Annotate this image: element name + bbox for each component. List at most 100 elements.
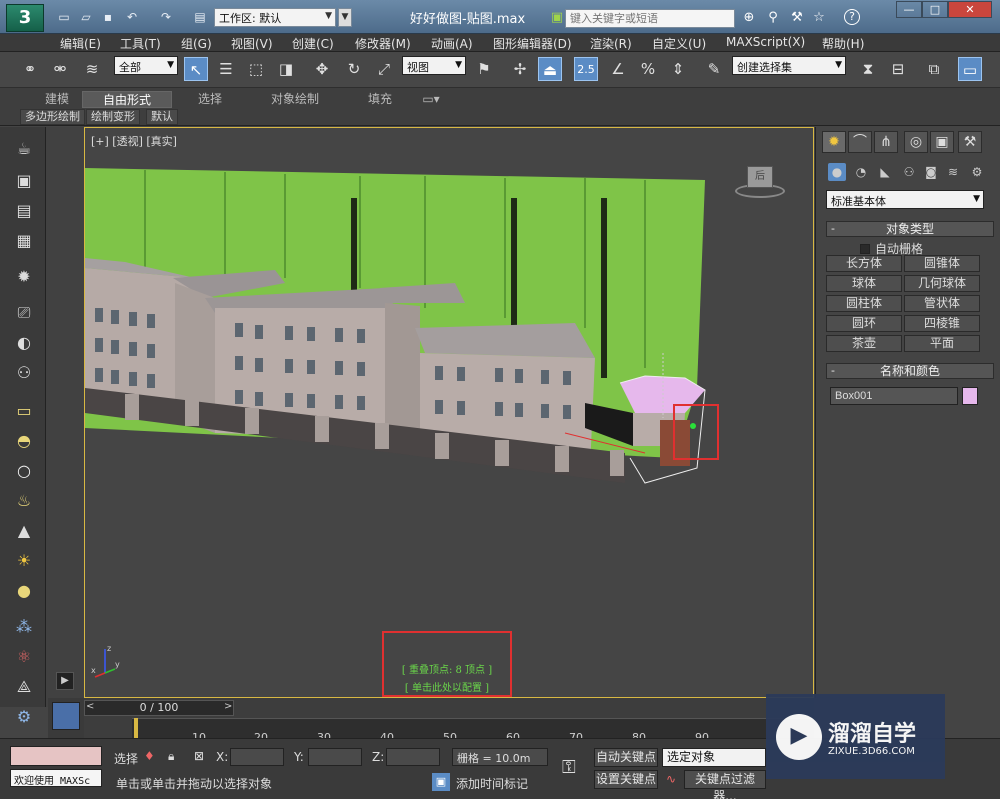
menu-create[interactable]: 创建(C) xyxy=(292,35,334,52)
ribbon-toggle-icon[interactable]: ▭ xyxy=(958,57,982,81)
pyramid-button[interactable]: 四棱锥 xyxy=(904,315,980,332)
gear-icon[interactable]: ⚙ xyxy=(12,705,36,729)
geometry-category-dropdown[interactable]: 标准基本体 ▼ xyxy=(826,190,984,209)
save-icon[interactable]: ▪ xyxy=(100,9,116,25)
track-bar[interactable] xyxy=(132,718,814,738)
menu-tools[interactable]: 工具(T) xyxy=(120,35,161,52)
percent-snap-icon[interactable]: % xyxy=(636,57,660,81)
absolute-mode-icon[interactable]: ⊠ xyxy=(194,749,204,763)
dome-icon[interactable]: ◓ xyxy=(12,429,36,453)
help-icon[interactable]: ? xyxy=(844,9,860,25)
star-icon[interactable]: ☆ xyxy=(810,9,828,27)
particle-icon[interactable]: ⁂ xyxy=(12,615,36,639)
window-crossing-icon[interactable]: ◨ xyxy=(274,57,298,81)
maxscript-listener-mini[interactable] xyxy=(10,746,102,766)
lights-icon[interactable]: ◣ xyxy=(876,163,894,181)
maximize-button[interactable]: □ xyxy=(922,1,948,18)
teapot-primitive-icon[interactable]: ♨ xyxy=(12,489,36,513)
search-key-icon[interactable]: ⚲ xyxy=(764,9,782,27)
redo-icon[interactable]: ↷ xyxy=(158,9,174,25)
object-name-input[interactable] xyxy=(830,387,958,405)
motion-tab-icon[interactable]: ◎ xyxy=(904,131,928,153)
cylinder-button[interactable]: 圆柱体 xyxy=(826,295,902,312)
highlight-box-info[interactable]: [ 重叠顶点: 8 顶点 ] [ 单击此处以配置 ] xyxy=(382,631,512,697)
camera-icon[interactable]: ⎚ xyxy=(12,301,36,325)
project-folder-icon[interactable]: ▤ xyxy=(192,9,208,25)
box-button[interactable]: 长方体 xyxy=(826,255,902,272)
plane-button[interactable]: 平面 xyxy=(904,335,980,352)
click-to-configure-text[interactable]: [ 单击此处以配置 ] xyxy=(384,679,510,694)
binoculars-icon[interactable]: ⊕ xyxy=(740,9,758,27)
mini-listener-icon[interactable] xyxy=(52,702,80,730)
cameras-icon[interactable]: ⚇ xyxy=(900,163,918,181)
lock-icon[interactable]: 🔒︎ xyxy=(168,749,174,764)
cone-icon[interactable]: ▲ xyxy=(12,519,36,543)
cone-button[interactable]: 圆锥体 xyxy=(904,255,980,272)
plane-icon[interactable]: ▭ xyxy=(12,399,36,423)
geosphere-button[interactable]: 几何球体 xyxy=(904,275,980,292)
systems-icon[interactable]: ⚙ xyxy=(968,163,986,181)
maxscript-mini-listener[interactable]: 欢迎使用 MAXSc xyxy=(10,769,102,787)
viewcube[interactable]: 后 xyxy=(735,160,785,210)
menu-customize[interactable]: 自定义(U) xyxy=(652,35,706,52)
space-warps-icon[interactable]: ≋ xyxy=(944,163,962,181)
create-tab-icon[interactable]: ✹ xyxy=(822,131,846,153)
utilities-tab-icon[interactable]: ⚒ xyxy=(958,131,982,153)
app-menu-button[interactable]: 3 xyxy=(6,4,44,32)
viewport-label[interactable]: [+] [透视] [真实] xyxy=(91,133,177,149)
tube-button[interactable]: 管状体 xyxy=(904,295,980,312)
name-and-color-rollout[interactable]: - 名称和颜色 xyxy=(826,363,994,379)
new-file-icon[interactable]: ▭ xyxy=(56,9,72,25)
minimize-button[interactable]: — xyxy=(896,1,922,18)
shapes-icon[interactable]: ◔ xyxy=(852,163,870,181)
helper-icon[interactable]: ⟁ xyxy=(12,675,36,699)
align-icon[interactable]: ⊟ xyxy=(886,57,910,81)
spinner-snap-icon[interactable]: ⇕ xyxy=(666,57,690,81)
angle-snap-icon[interactable]: ∠ xyxy=(606,57,630,81)
rectangular-selection-icon[interactable]: ⬚ xyxy=(244,57,268,81)
x-coord-field[interactable] xyxy=(230,748,284,766)
close-button[interactable]: ✕ xyxy=(948,1,992,18)
teapot-button[interactable]: 茶壶 xyxy=(826,335,902,352)
helpers-icon[interactable]: ◙ xyxy=(922,163,940,181)
light-icon[interactable]: ✹ xyxy=(12,265,36,289)
edit-named-selection-icon[interactable]: ✎ xyxy=(702,57,726,81)
molecule-icon[interactable]: ⚛ xyxy=(12,645,36,669)
perspective-viewport[interactable]: [+] [透视] [真实] 后 [ 重叠顶点: 8 顶点 ] [ 单击此处以配置… xyxy=(84,127,814,698)
keyboard-shortcut-override-icon[interactable]: ⏏ xyxy=(538,57,562,81)
workspace-options-button[interactable]: ▼ xyxy=(338,8,352,27)
link-icon[interactable]: ⚭ xyxy=(18,57,42,81)
display-tab-icon[interactable]: ▣ xyxy=(930,131,954,153)
select-manipulate-icon[interactable]: ✢ xyxy=(508,57,532,81)
search-input[interactable] xyxy=(565,9,735,28)
move-icon[interactable]: ✥ xyxy=(310,57,334,81)
menu-animation[interactable]: 动画(A) xyxy=(431,35,473,52)
disc-icon[interactable]: ● xyxy=(12,579,36,603)
unlink-icon[interactable]: ⚮ xyxy=(48,57,72,81)
menu-rendering[interactable]: 渲染(R) xyxy=(590,35,632,52)
film-camera-icon[interactable]: ⚇ xyxy=(12,361,36,385)
select-by-name-icon[interactable]: ☰ xyxy=(214,57,238,81)
named-selection-dropdown[interactable]: 创建选择集 ▼ xyxy=(732,56,846,75)
layer-manager-icon[interactable]: ⧉ xyxy=(922,57,946,81)
menu-views[interactable]: 视图(V) xyxy=(231,35,273,52)
torus-button[interactable]: 圆环 xyxy=(826,315,902,332)
subtab-polydraw[interactable]: 多边形绘制 xyxy=(20,109,85,125)
time-tag-icon[interactable]: ▣ xyxy=(432,773,450,791)
checkbox-icon[interactable] xyxy=(860,244,870,254)
selected-object-dropdown[interactable]: 选定对象 xyxy=(662,748,766,767)
tab-object-paint[interactable]: 对象绘制 xyxy=(256,91,334,108)
scene-explorer-icon[interactable]: ▤ xyxy=(12,199,36,223)
snaps-toggle-icon[interactable]: 2.5 xyxy=(574,57,598,81)
tab-selection[interactable]: 选择 xyxy=(182,91,238,108)
ribbon-options-button[interactable]: ▭▾ xyxy=(418,91,444,108)
current-frame-marker[interactable] xyxy=(134,718,138,738)
z-coord-field[interactable] xyxy=(386,748,440,766)
menu-group[interactable]: 组(G) xyxy=(181,35,212,52)
sphere-button[interactable]: 球体 xyxy=(826,275,902,292)
rotate-icon[interactable]: ↻ xyxy=(342,57,366,81)
menu-edit[interactable]: 编辑(E) xyxy=(60,35,101,52)
modify-tab-icon[interactable]: ⌒ xyxy=(848,131,872,153)
key-filters-button[interactable]: 关键点过滤器... xyxy=(684,770,766,799)
viewcube-face[interactable]: 后 xyxy=(747,166,773,188)
